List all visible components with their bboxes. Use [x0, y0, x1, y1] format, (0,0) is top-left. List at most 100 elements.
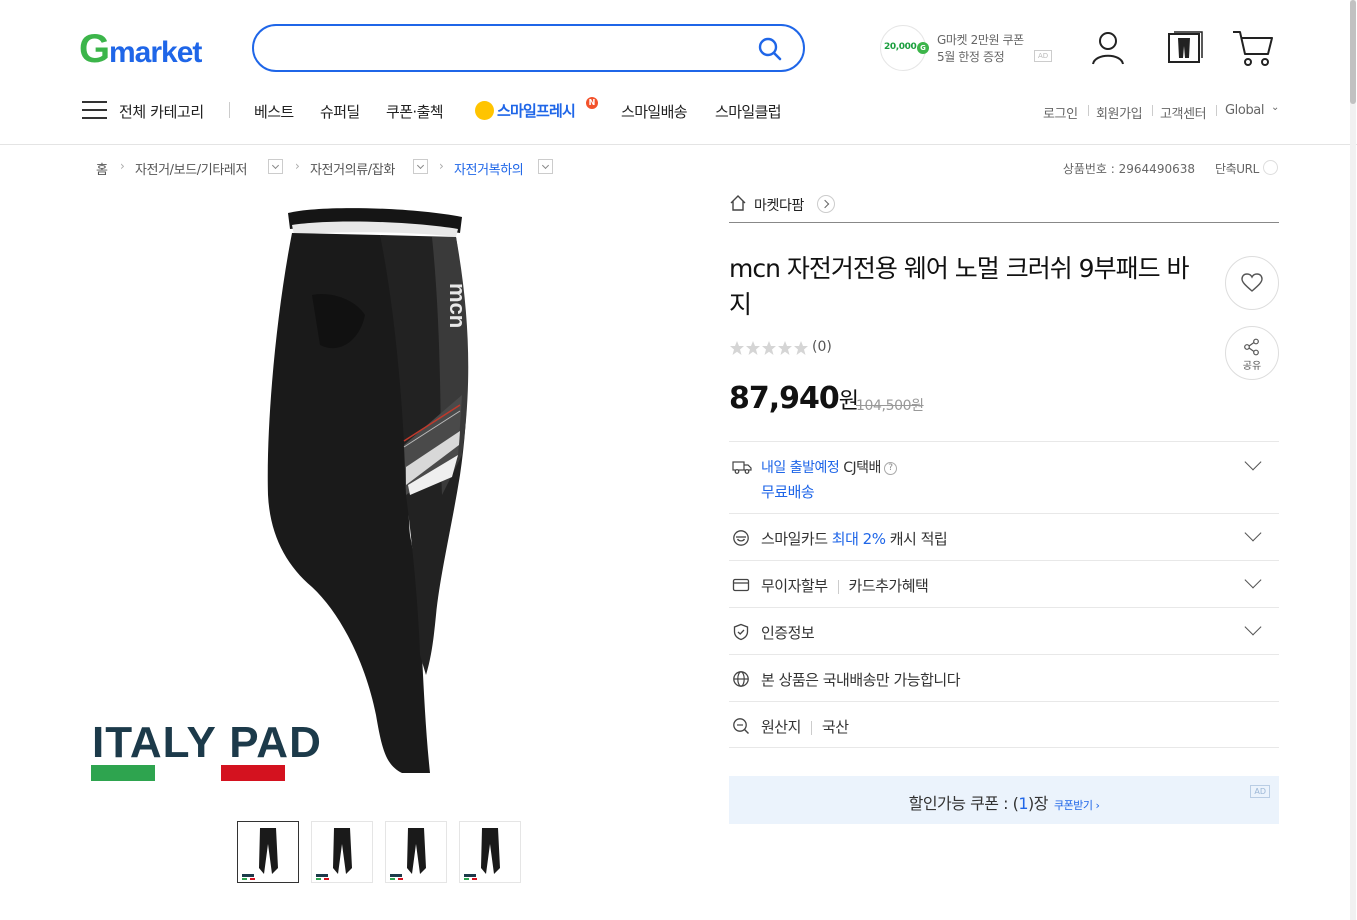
coupon-ad-banner[interactable]: 20,000 G G마켓 2만원 쿠폰 5월 한정 증정 AD: [880, 25, 1060, 73]
review-count[interactable]: (0): [812, 339, 832, 355]
coupon-ad-amount: 20,000: [884, 42, 917, 52]
coupon-label: 할인가능 쿠폰 : (: [908, 794, 1019, 813]
nav-smile-delivery[interactable]: 스마일배송: [621, 101, 688, 122]
chevron-down-icon: [1244, 453, 1262, 471]
wishlist-button[interactable]: [1225, 256, 1279, 310]
scrollbar-thumb[interactable]: [1350, 0, 1356, 104]
util-divider: [1216, 105, 1217, 116]
sale-price: 87,940원: [729, 381, 859, 416]
shipping-info: 내일 출발예정 CJ택배?: [761, 457, 897, 477]
smilecard-row[interactable]: 스마일카드 최대 2% 캐시 적립: [729, 513, 1279, 560]
nav-coupon-checkin[interactable]: 쿠폰·출첵: [386, 101, 444, 122]
search-icon[interactable]: [757, 36, 783, 62]
chevron-down-icon: ⌄: [1271, 102, 1279, 113]
home-icon: [729, 194, 747, 216]
smilecard-text: 스마일카드 최대 2% 캐시 적립: [761, 528, 948, 549]
coupon-ad-line2: 5월 한정 증정: [937, 50, 1005, 64]
breadcrumb-cat2[interactable]: 자전거의류/잡화: [310, 159, 395, 178]
customer-center-link[interactable]: 고객센터: [1160, 103, 1207, 122]
coupon-ad-line1: G마켓 2만원 쿠폰: [937, 33, 1024, 47]
signup-link[interactable]: 회원가입: [1096, 103, 1143, 122]
thumbnail-1[interactable]: [237, 821, 299, 883]
breadcrumb-dropdown[interactable]: [413, 159, 428, 174]
global-link[interactable]: Global: [1225, 103, 1264, 118]
coupon-unit: )장: [1028, 794, 1048, 813]
installment-text: 무이자할부 카드추가혜택: [761, 575, 929, 596]
hamburger-icon[interactable]: [82, 99, 108, 125]
smilecard-label: 스마일카드: [761, 530, 828, 548]
gmarket-logo[interactable]: G market: [79, 27, 229, 71]
svg-text:ITALY PAD: ITALY PAD: [92, 718, 322, 767]
login-link[interactable]: 로그인: [1043, 103, 1078, 122]
breadcrumb-sep: ›: [120, 159, 125, 173]
origin-label: 원산지: [761, 718, 801, 736]
short-url-label[interactable]: 단축URL: [1215, 160, 1259, 177]
util-divider: [1088, 105, 1089, 116]
divider: [837, 579, 839, 594]
domestic-row: 본 상품은 국내배송만 가능합니다: [729, 654, 1279, 701]
smile-card-icon: [732, 529, 750, 551]
breadcrumb-home[interactable]: 홈: [96, 159, 108, 178]
search-origin-icon: [732, 717, 750, 739]
breadcrumb-sep: ›: [295, 159, 300, 173]
breadcrumb-sep: ›: [439, 159, 444, 173]
ship-tomorrow: 내일 출발예정: [761, 460, 840, 476]
installment-label: 무이자할부: [761, 577, 828, 595]
shipping-row[interactable]: 내일 출발예정 CJ택배? 무료배송: [729, 441, 1279, 513]
global-nav: 전체 카테고리 베스트 슈퍼딜 쿠폰·출첵 스마일프레시 N 스마일배송 스마일…: [0, 90, 1357, 132]
nav-divider: [229, 102, 230, 118]
util-divider: [1152, 105, 1153, 116]
breadcrumb-dropdown[interactable]: [538, 159, 553, 174]
header-divider: [0, 144, 1357, 145]
coupon-text: 할인가능 쿠폰 : (1)장 쿠폰받기 ›: [729, 790, 1279, 814]
breadcrumb-dropdown[interactable]: [268, 159, 283, 174]
nav-smile-club[interactable]: 스마일클럽: [715, 101, 782, 122]
recent-viewed-icon[interactable]: [1164, 28, 1204, 68]
search-input[interactable]: [278, 38, 738, 58]
coupon-count: 1: [1018, 794, 1029, 813]
breadcrumb-cat3[interactable]: 자전거복하의: [454, 159, 524, 178]
product-number: 상품번호 : 2964490638: [1062, 162, 1195, 176]
search-box[interactable]: [252, 24, 805, 72]
smilecard-highlight: 최대 2%: [831, 530, 886, 548]
certification-row[interactable]: 인증정보: [729, 607, 1279, 654]
ad-badge: AD: [1034, 50, 1053, 62]
heart-icon: [1241, 273, 1263, 297]
thumbnail-4[interactable]: [459, 821, 521, 883]
nav-superdeal[interactable]: 슈퍼딜: [320, 101, 360, 122]
thumbnail-3[interactable]: [385, 821, 447, 883]
page-scrollbar[interactable]: [1350, 0, 1356, 920]
free-shipping: 무료배송: [761, 483, 815, 501]
domestic-only-text: 본 상품은 국내배송만 가능합니다: [761, 671, 961, 689]
cart-icon[interactable]: [1231, 28, 1275, 68]
thumbnail-2[interactable]: [311, 821, 373, 883]
divider: [810, 720, 812, 735]
truck-icon: [732, 459, 752, 479]
svg-text:mcn: mcn: [445, 283, 470, 328]
rating-stars: [729, 340, 809, 360]
nav-best[interactable]: 베스트: [254, 101, 294, 122]
installment-row[interactable]: 무이자할부 카드추가혜택: [729, 560, 1279, 607]
breadcrumb-cat1[interactable]: 자전거/보드/기타레저: [135, 159, 247, 178]
chevron-down-icon[interactable]: [1263, 160, 1278, 175]
my-page-icon[interactable]: [1088, 28, 1128, 68]
ship-carrier: CJ택배: [843, 460, 881, 476]
certification-label: 인증정보: [761, 624, 815, 642]
share-label: 공유: [1242, 361, 1262, 372]
all-categories-button[interactable]: 전체 카테고리: [119, 101, 204, 122]
product-main-image[interactable]: mcn ITALY PAD: [80, 195, 700, 795]
get-coupon-link[interactable]: 쿠폰받기 ›: [1054, 799, 1100, 812]
globe-icon: [732, 670, 750, 692]
coupon-banner[interactable]: 할인가능 쿠폰 : (1)장 쿠폰받기 › AD: [729, 776, 1279, 824]
origin-text: 원산지 국산: [761, 716, 849, 737]
origin-row: 원산지 국산: [729, 701, 1279, 748]
card-benefit-label: 카드추가혜택: [848, 577, 929, 595]
share-button[interactable]: 공유: [1225, 326, 1279, 380]
smilecard-post: 캐시 적립: [889, 530, 948, 548]
help-icon[interactable]: ?: [883, 461, 897, 475]
chevron-down-icon: [1244, 571, 1262, 589]
smile-face-icon: [475, 101, 494, 120]
origin-value: 국산: [821, 718, 849, 736]
seller-shop-link[interactable]: 마켓다팜: [729, 193, 1279, 223]
original-price: 104,500원: [856, 398, 924, 414]
